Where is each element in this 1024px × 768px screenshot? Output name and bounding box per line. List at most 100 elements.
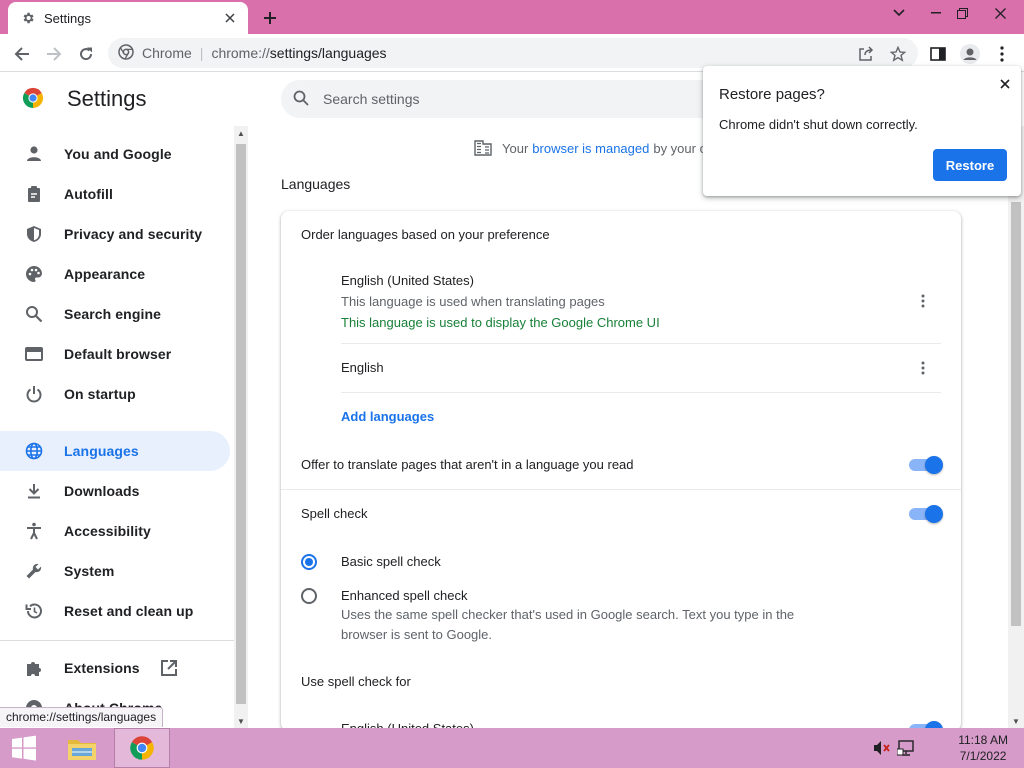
chrome-taskbar-icon[interactable] (114, 728, 170, 768)
sidebar-item-label: Autofill (64, 186, 114, 202)
omnibox-separator: | (199, 45, 204, 61)
scrollbar-thumb[interactable] (1011, 202, 1021, 626)
main-scrollbar[interactable]: ▲ ▼ (1008, 126, 1024, 728)
search-icon (24, 304, 44, 324)
language-entry-english-us: English (United States) This language is… (341, 273, 941, 330)
address-bar[interactable]: Chrome | chrome://settings/languages (108, 38, 918, 68)
sidebar-item-label: Downloads (64, 483, 140, 499)
sidebar-item-default-browser[interactable]: Default browser (0, 334, 230, 374)
sidebar-item-privacy-and-security[interactable]: Privacy and security (0, 214, 230, 254)
restore-window-button[interactable] (944, 0, 980, 26)
language-name: English (341, 360, 384, 375)
close-window-button[interactable] (982, 0, 1018, 26)
divider (341, 343, 941, 344)
power-icon (24, 384, 44, 404)
accessibility-icon (24, 521, 44, 541)
chrome-logo-icon (21, 86, 45, 110)
popup-title: Restore pages? (719, 86, 825, 103)
enhanced-spell-check-radio[interactable] (301, 588, 317, 604)
palette-icon (24, 264, 44, 284)
offer-translate-toggle[interactable] (909, 456, 943, 474)
sidebar-item-reset-and-clean-up[interactable]: Reset and clean up (0, 591, 230, 631)
sidebar-item-search-engine[interactable]: Search engine (0, 294, 230, 334)
sidebar-item-downloads[interactable]: Downloads (0, 471, 230, 511)
sidebar-item-autofill[interactable]: Autofill (0, 174, 230, 214)
new-tab-button[interactable] (258, 6, 282, 30)
back-button[interactable] (8, 40, 36, 68)
bookmark-star-icon[interactable] (884, 40, 912, 68)
divider (281, 489, 961, 490)
basic-spell-check-radio[interactable] (301, 554, 317, 570)
close-icon[interactable] (995, 74, 1015, 94)
more-menu-icon[interactable] (988, 40, 1016, 68)
use-spell-check-for-label: Use spell check for (301, 674, 411, 689)
settings-search[interactable] (281, 80, 721, 118)
toggle-knob (925, 456, 943, 474)
spell-check-toggle[interactable] (909, 505, 943, 523)
sidebar-item-label: Privacy and security (64, 226, 203, 242)
file-explorer-icon[interactable] (54, 728, 110, 768)
sidebar-item-system[interactable]: System (0, 551, 230, 591)
clipboard-icon (24, 184, 44, 204)
reload-button[interactable] (72, 40, 100, 68)
browser-window-icon (24, 344, 44, 364)
language-translate-note: This language is used when translating p… (341, 294, 605, 309)
sidebar-item-label: Accessibility (64, 523, 151, 539)
forward-button[interactable] (40, 40, 68, 68)
search-input[interactable] (323, 91, 683, 107)
url-text: chrome://settings/languages (211, 45, 387, 61)
sidebar-item-label: You and Google (64, 146, 172, 162)
restore-button[interactable]: Restore (933, 149, 1007, 181)
sidebar-item-accessibility[interactable]: Accessibility (0, 511, 230, 551)
download-icon (24, 481, 44, 501)
language-more-options-icon[interactable] (911, 289, 935, 313)
sidebar-item-appearance[interactable]: Appearance (0, 254, 230, 294)
sidebar-scrollbar[interactable]: ▲ ▼ (234, 126, 248, 728)
clock-date: 7/1/2022 (959, 749, 1007, 763)
side-panel-icon[interactable] (924, 40, 952, 68)
enhanced-spell-check-label: Enhanced spell check (341, 588, 468, 603)
sidebar-divider (0, 640, 234, 641)
tab-settings[interactable]: Settings (8, 2, 248, 34)
tab-strip: Settings (0, 0, 1024, 34)
managed-notice: Your browser is managed by your o (474, 140, 707, 156)
language-entry-english: English (341, 360, 941, 375)
scrollbar-thumb[interactable] (236, 144, 246, 704)
scroll-down-arrow-icon[interactable]: ▼ (234, 714, 248, 728)
search-icon (293, 90, 309, 109)
sidebar-item-extensions[interactable]: Extensions (0, 648, 230, 688)
system-clock[interactable]: 11:18 AM 7/1/2022 (958, 732, 1008, 764)
scroll-up-arrow-icon[interactable]: ▲ (234, 126, 248, 140)
building-icon (474, 140, 492, 156)
sidebar-item-label: Extensions (64, 660, 140, 676)
sidebar-item-on-startup[interactable]: On startup (0, 374, 230, 414)
managed-prefix: Your (502, 140, 529, 156)
globe-icon (24, 441, 44, 461)
tab-search-chevron-icon[interactable] (881, 0, 917, 26)
language-more-options-icon[interactable] (911, 356, 935, 380)
language-name: English (United States) (341, 273, 474, 288)
sidebar-item-label: Reset and clean up (64, 603, 194, 619)
page-title: Settings (67, 86, 147, 111)
restore-icon (24, 601, 44, 621)
sidebar-item-label: On startup (64, 386, 136, 402)
close-tab-icon[interactable] (222, 10, 238, 26)
sidebar-item-you-and-google[interactable]: You and Google (0, 134, 230, 174)
share-icon[interactable] (852, 40, 880, 68)
windows-start-icon[interactable] (0, 728, 48, 768)
sidebar-item-languages[interactable]: Languages (0, 431, 230, 471)
wrench-icon (24, 561, 44, 581)
sidebar-item-label: Appearance (64, 266, 146, 282)
chrome-site-icon (118, 43, 134, 63)
network-icon[interactable] (896, 738, 916, 758)
clock-time: 11:18 AM (958, 733, 1008, 747)
open-in-new-icon (160, 659, 178, 677)
scroll-down-arrow-icon[interactable]: ▼ (1009, 714, 1023, 728)
sidebar-item-label: System (64, 563, 115, 579)
profile-avatar-icon[interactable] (956, 40, 984, 68)
tab-title: Settings (44, 10, 91, 26)
basic-spell-check-label: Basic spell check (341, 554, 441, 569)
volume-muted-icon[interactable] (872, 738, 892, 758)
add-languages-button[interactable]: Add languages (341, 409, 434, 424)
managed-link[interactable]: browser is managed (532, 141, 649, 156)
